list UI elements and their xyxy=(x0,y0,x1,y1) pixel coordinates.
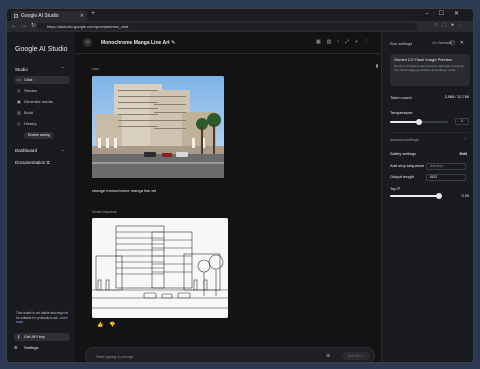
stop-sequence-label: Add stop sequence xyxy=(390,163,425,168)
top-p-slider[interactable] xyxy=(390,193,443,199)
tab-title: Google AI Studio xyxy=(21,13,59,19)
chevron-down-icon[interactable]: ⌄ xyxy=(61,147,65,153)
sidebar-item-label: Stream xyxy=(24,88,37,93)
tab-bar: Google AI Studio ✕ + –☐✕ xyxy=(7,9,473,21)
model-response-label: Model response xyxy=(92,210,117,214)
url-field[interactable]: https://aistudio.google.com/prompts/new_… xyxy=(37,23,417,30)
sidebar-item-label: Build xyxy=(24,110,33,115)
media-icon: ▣ xyxy=(17,99,21,104)
model-selector[interactable]: Gemini 2.0 Flash Image Preview Gemini 2.… xyxy=(390,54,470,86)
temperature-knob[interactable] xyxy=(416,119,422,125)
get-api-key-button[interactable]: ⚷ Get API key xyxy=(14,333,70,341)
scrollbar-thumb[interactable] xyxy=(376,64,378,68)
prompt-input[interactable]: Start typing a prompt xyxy=(96,354,133,359)
safety-settings-label: Safety settings xyxy=(390,151,417,156)
user-uploaded-image[interactable] xyxy=(92,76,224,178)
panel-controls[interactable]: ▢✕ xyxy=(450,40,469,46)
token-count-label: Token count xyxy=(390,95,412,100)
settings-label: Settings xyxy=(24,345,39,350)
token-count-value: 2,588 / 32,768 xyxy=(444,95,469,99)
sidebar-item-label: Generate media xyxy=(24,99,53,104)
sidebar: Google AI Studio Studio ⌃ ▭ Chat ◎ Strea… xyxy=(7,32,75,362)
user-label: User xyxy=(92,67,100,71)
sidebar-item-generate-media[interactable]: ▣ Generate media xyxy=(14,98,70,106)
model-notice: This model is not stable and may not be … xyxy=(16,311,68,325)
chat-panel: ☺ Monochrome Manga Line Art ✎ ▦▥‹⤢+⋮ Use… xyxy=(75,32,381,362)
advanced-settings-toggle[interactable]: Advanced settings xyxy=(390,138,419,142)
output-length-input[interactable]: 8192 xyxy=(426,174,466,181)
stream-icon: ◎ xyxy=(17,88,21,93)
temperature-label: Temperature xyxy=(390,110,413,115)
chat-toolbar-icons[interactable]: ▦▥‹⤢+⋮ xyxy=(316,39,375,45)
app-body: Google AI Studio Studio ⌃ ▭ Chat ◎ Strea… xyxy=(7,32,473,362)
run-settings-header: Run settings xyxy=(390,41,413,46)
new-tab-icon[interactable]: + xyxy=(91,10,95,17)
line-art-drawing xyxy=(92,218,228,318)
safety-edit-button[interactable]: Edit xyxy=(459,151,467,156)
sidebar-item-chat[interactable]: ▭ Chat xyxy=(14,76,70,84)
sidebar-item-history[interactable]: ◷ History xyxy=(14,120,70,128)
chevron-up-icon[interactable]: ⌃ xyxy=(61,66,65,72)
user-prompt-text: change monochrome manga line art xyxy=(92,188,157,193)
chat-icon: ▭ xyxy=(17,77,21,82)
sidebar-item-label: History xyxy=(24,121,37,126)
close-tab-icon[interactable]: ✕ xyxy=(80,11,84,21)
app-logo[interactable]: Google AI Studio xyxy=(15,46,68,53)
divider xyxy=(390,132,470,133)
sidebar-item-build[interactable]: ▤ Build xyxy=(14,109,70,117)
chat-scrollbar[interactable] xyxy=(375,54,379,344)
sidebar-link-documentation[interactable]: Documentation ⧉ xyxy=(15,160,50,165)
temperature-slider[interactable] xyxy=(390,119,448,125)
sidebar-item-label: Chat xyxy=(24,77,33,82)
edit-pencil-icon[interactable]: ✎ xyxy=(171,40,175,46)
enable-saving-button[interactable]: Enable saving xyxy=(24,132,54,139)
window-controls[interactable]: –☐✕ xyxy=(425,10,469,17)
feedback-buttons: 👍👎 xyxy=(97,322,121,328)
prompt-icon: ☺ xyxy=(83,38,92,47)
generated-line-art-image[interactable] xyxy=(92,218,228,318)
stop-sequence-input[interactable]: Add stop... xyxy=(426,163,466,170)
top-p-fill xyxy=(390,195,440,197)
browser-toolbar-icons[interactable]: ☆⬚●⋮ xyxy=(434,22,467,28)
prompt-input-bar[interactable]: Start typing a prompt ⊕ Run Ctrl ↵ xyxy=(85,347,375,362)
model-name: Gemini 2.0 Flash Image Preview xyxy=(394,57,452,62)
top-p-knob[interactable] xyxy=(436,193,443,199)
address-bar-row: ←→↻ https://aistudio.google.com/prompts/… xyxy=(7,21,473,32)
temperature-input[interactable]: 1 xyxy=(455,118,469,125)
add-attachment-icon[interactable]: ⊕ xyxy=(326,353,330,359)
documentation-label: Documentation xyxy=(15,160,46,165)
top-p-value: 0.95 xyxy=(461,194,469,198)
chat-header: ☺ Monochrome Manga Line Art ✎ ▦▥‹⤢+⋮ xyxy=(75,32,381,54)
build-icon: ▤ xyxy=(17,110,21,115)
key-icon: ⚷ xyxy=(17,334,20,339)
thumbs-up-icon[interactable]: 👍 xyxy=(97,322,109,328)
sidebar-section-dashboard[interactable]: Dashboard xyxy=(15,148,37,153)
venetian-photo xyxy=(92,76,224,178)
run-settings-panel: Run settings </> Get code ▢✕ Gemini 2.0 … xyxy=(381,32,473,362)
run-button[interactable]: Run Ctrl ↵ xyxy=(342,352,370,360)
favicon-icon xyxy=(14,14,18,18)
sidebar-section-studio[interactable]: Studio xyxy=(15,67,28,72)
model-description: Gemini 2.5 Flash Image preview (aka Nano… xyxy=(394,64,464,72)
thumbs-down-icon[interactable]: 👎 xyxy=(109,322,121,328)
browser-window: Google AI Studio ✕ + –☐✕ ←→↻ https://ais… xyxy=(6,8,474,363)
chevron-up-icon[interactable]: ⌃ xyxy=(464,137,467,142)
gear-icon: ⚙ xyxy=(14,345,18,350)
sidebar-item-stream[interactable]: ◎ Stream xyxy=(14,87,70,95)
page-title-text: Monochrome Manga Line Art xyxy=(101,40,170,46)
temperature-fill xyxy=(390,121,419,123)
output-length-label: Output length xyxy=(390,174,415,179)
settings-button[interactable]: ⚙ Settings xyxy=(14,345,38,350)
top-p-label: Top P xyxy=(390,186,401,191)
page-title[interactable]: Monochrome Manga Line Art ✎ xyxy=(101,40,175,46)
history-icon: ◷ xyxy=(17,121,21,126)
nav-buttons[interactable]: ←→↻ xyxy=(11,22,40,29)
external-link-icon: ⧉ xyxy=(46,160,50,165)
browser-tab[interactable]: Google AI Studio ✕ xyxy=(11,11,87,21)
api-key-label: Get API key xyxy=(24,334,46,339)
